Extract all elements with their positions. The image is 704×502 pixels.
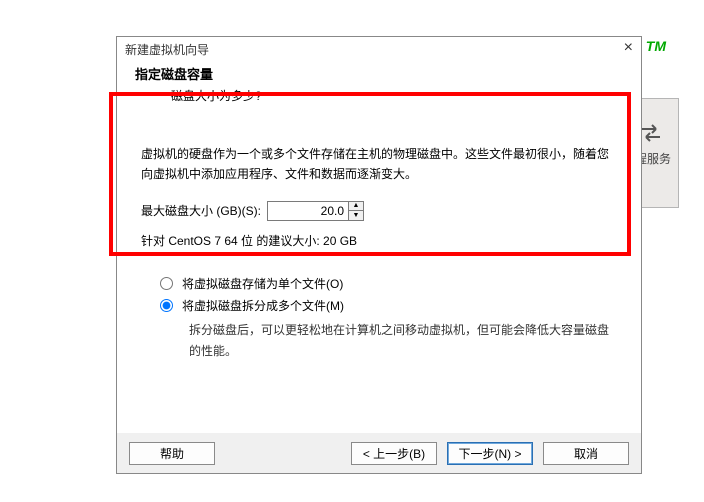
page-subtitle: 磁盘大小为多少? bbox=[135, 83, 623, 104]
radio-multiple-files-note: 拆分磁盘后，可以更轻松地在计算机之间移动虚拟机，但可能会降低大容量磁盘的性能。 bbox=[155, 320, 617, 361]
back-button[interactable]: < 上一步(B) bbox=[351, 442, 437, 465]
close-icon[interactable]: × bbox=[624, 41, 633, 55]
tm-mark: TM bbox=[646, 38, 666, 54]
radio-multiple-files-input[interactable] bbox=[160, 299, 173, 312]
next-button[interactable]: 下一步(N) > bbox=[447, 442, 533, 465]
disk-description: 虚拟机的硬盘作为一个或多个文件存储在主机的物理磁盘中。这些文件最初很小，随着您向… bbox=[141, 144, 617, 185]
disk-size-spinner[interactable]: ▲ ▼ bbox=[267, 201, 364, 221]
spinner-down-icon[interactable]: ▼ bbox=[349, 211, 363, 220]
radio-multiple-files[interactable]: 将虚拟磁盘拆分成多个文件(M) bbox=[155, 296, 617, 316]
recommended-size-text: 针对 CentOS 7 64 位 的建议大小: 20 GB bbox=[141, 231, 617, 251]
page-title: 指定磁盘容量 bbox=[135, 64, 623, 83]
help-button[interactable]: 帮助 bbox=[129, 442, 215, 465]
radio-multiple-files-label: 将虚拟磁盘拆分成多个文件(M) bbox=[182, 296, 344, 316]
radio-single-file-input[interactable] bbox=[160, 277, 173, 290]
radio-single-file-label: 将虚拟磁盘存储为单个文件(O) bbox=[182, 274, 343, 294]
dialog-footer: 帮助 < 上一步(B) 下一步(N) > 取消 bbox=[117, 433, 641, 473]
new-vm-wizard-dialog: 新建虚拟机向导 × 指定磁盘容量 磁盘大小为多少? 虚拟机的硬盘作为一个或多个文… bbox=[116, 36, 642, 474]
radio-single-file[interactable]: 将虚拟磁盘存储为单个文件(O) bbox=[155, 274, 617, 294]
max-disk-size-label: 最大磁盘大小 (GB)(S): bbox=[141, 201, 261, 221]
dialog-title: 新建虚拟机向导 bbox=[117, 37, 641, 60]
spinner-up-icon[interactable]: ▲ bbox=[349, 202, 363, 212]
disk-size-input[interactable] bbox=[267, 201, 349, 221]
cancel-button[interactable]: 取消 bbox=[543, 442, 629, 465]
